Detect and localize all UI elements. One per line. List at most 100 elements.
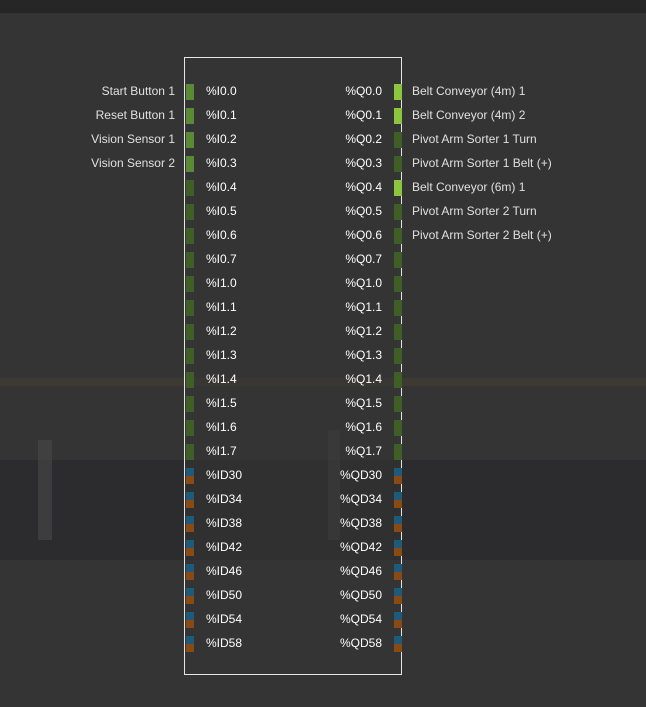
output-led-indicator[interactable] [394, 156, 402, 172]
io-row: %I1.3 %Q1.3 [0, 344, 646, 368]
output-led-indicator[interactable] [394, 84, 402, 100]
output-led-indicator[interactable] [394, 468, 402, 484]
io-row: %ID54 %QD54 [0, 608, 646, 632]
input-led-indicator[interactable] [186, 636, 194, 652]
input-address: %I0.5 [206, 204, 237, 218]
input-address: %I1.3 [206, 348, 237, 362]
io-row: Start Button 1 %I0.0 %Q0.0 Belt Conveyor (4… [0, 80, 646, 104]
io-row: %I0.5 %Q0.5 Pivot Arm Sorter 2 Turn [0, 200, 646, 224]
output-led-indicator[interactable] [394, 276, 402, 292]
output-led-indicator[interactable] [394, 636, 402, 652]
input-address: %I1.7 [206, 444, 237, 458]
input-address: %I0.7 [206, 252, 237, 266]
output-address: %Q0.2 [345, 132, 382, 146]
input-led-indicator[interactable] [186, 156, 194, 172]
io-row: %ID38 %QD38 [0, 512, 646, 536]
input-led-indicator[interactable] [186, 252, 194, 268]
output-label: Belt Conveyor (4m) 1 [412, 84, 526, 98]
output-led-indicator[interactable] [394, 204, 402, 220]
output-led-indicator[interactable] [394, 324, 402, 340]
io-row: %I1.0 %Q1.0 [0, 272, 646, 296]
input-address: %ID30 [206, 468, 243, 482]
input-address: %I0.4 [206, 180, 237, 194]
input-address: %I1.5 [206, 396, 237, 410]
input-led-indicator[interactable] [186, 444, 194, 460]
output-address: %QD54 [339, 612, 382, 626]
io-row: %I0.4 %Q0.4 Belt Conveyor (6m) 1 [0, 176, 646, 200]
output-led-indicator[interactable] [394, 396, 402, 412]
input-led-indicator[interactable] [186, 324, 194, 340]
output-led-indicator[interactable] [394, 516, 402, 532]
output-led-indicator[interactable] [394, 444, 402, 460]
output-led-indicator[interactable] [394, 588, 402, 604]
io-row: %I1.4 %Q1.4 [0, 368, 646, 392]
input-label: Start Button 1 [101, 84, 175, 98]
input-led-indicator[interactable] [186, 492, 194, 508]
output-label: Pivot Arm Sorter 1 Turn [412, 132, 537, 146]
input-led-indicator[interactable] [186, 228, 194, 244]
io-row: %I1.7 %Q1.7 [0, 440, 646, 464]
output-led-indicator[interactable] [394, 108, 402, 124]
output-address: %Q1.4 [345, 372, 382, 386]
input-address: %ID58 [206, 636, 243, 650]
output-led-indicator[interactable] [394, 420, 402, 436]
io-row: %ID30 %QD30 [0, 464, 646, 488]
output-label: Pivot Arm Sorter 1 Belt (+) [412, 156, 552, 170]
output-led-indicator[interactable] [394, 180, 402, 196]
input-led-indicator[interactable] [186, 300, 194, 316]
output-led-indicator[interactable] [394, 300, 402, 316]
input-led-indicator[interactable] [186, 276, 194, 292]
output-led-indicator[interactable] [394, 348, 402, 364]
output-address: %Q1.6 [345, 420, 382, 434]
input-led-indicator[interactable] [186, 516, 194, 532]
output-address: %QD38 [339, 516, 382, 530]
input-led-indicator[interactable] [186, 540, 194, 556]
io-row: %ID46 %QD46 [0, 560, 646, 584]
input-address: %ID42 [206, 540, 243, 554]
output-led-indicator[interactable] [394, 372, 402, 388]
io-row: %I1.6 %Q1.6 [0, 416, 646, 440]
input-led-indicator[interactable] [186, 564, 194, 580]
io-row: %I1.2 %Q1.2 [0, 320, 646, 344]
input-led-indicator[interactable] [186, 612, 194, 628]
input-led-indicator[interactable] [186, 420, 194, 436]
input-address: %ID46 [206, 564, 243, 578]
io-row: Reset Button 1 %I0.1 %Q0.1 Belt Conveyor (4… [0, 104, 646, 128]
input-address: %ID34 [206, 492, 243, 506]
io-row: %ID34 %QD34 [0, 488, 646, 512]
output-address: %Q0.7 [345, 252, 382, 266]
input-led-indicator[interactable] [186, 396, 194, 412]
io-row: %ID50 %QD50 [0, 584, 646, 608]
output-led-indicator[interactable] [394, 564, 402, 580]
top-bar [0, 0, 646, 13]
input-led-indicator[interactable] [186, 84, 194, 100]
output-led-indicator[interactable] [394, 492, 402, 508]
input-label: Reset Button 1 [95, 108, 175, 122]
io-row: %ID42 %QD42 [0, 536, 646, 560]
input-led-indicator[interactable] [186, 132, 194, 148]
input-led-indicator[interactable] [186, 372, 194, 388]
output-address: %Q1.7 [345, 444, 382, 458]
output-led-indicator[interactable] [394, 540, 402, 556]
input-led-indicator[interactable] [186, 108, 194, 124]
output-address: %QD46 [339, 564, 382, 578]
output-address: %QD50 [339, 588, 382, 602]
input-address: %I1.6 [206, 420, 237, 434]
input-address: %I1.1 [206, 300, 237, 314]
output-address: %Q0.6 [345, 228, 382, 242]
output-led-indicator[interactable] [394, 612, 402, 628]
io-row: %I1.1 %Q1.1 [0, 296, 646, 320]
input-led-indicator[interactable] [186, 588, 194, 604]
input-led-indicator[interactable] [186, 180, 194, 196]
input-label: Vision Sensor 2 [91, 156, 175, 170]
output-address: %Q1.0 [345, 276, 382, 290]
input-address: %I1.0 [206, 276, 237, 290]
output-led-indicator[interactable] [394, 132, 402, 148]
input-address: %I0.1 [206, 108, 237, 122]
output-led-indicator[interactable] [394, 252, 402, 268]
input-led-indicator[interactable] [186, 204, 194, 220]
input-led-indicator[interactable] [186, 468, 194, 484]
input-led-indicator[interactable] [186, 348, 194, 364]
output-address: %QD58 [339, 636, 382, 650]
output-led-indicator[interactable] [394, 228, 402, 244]
